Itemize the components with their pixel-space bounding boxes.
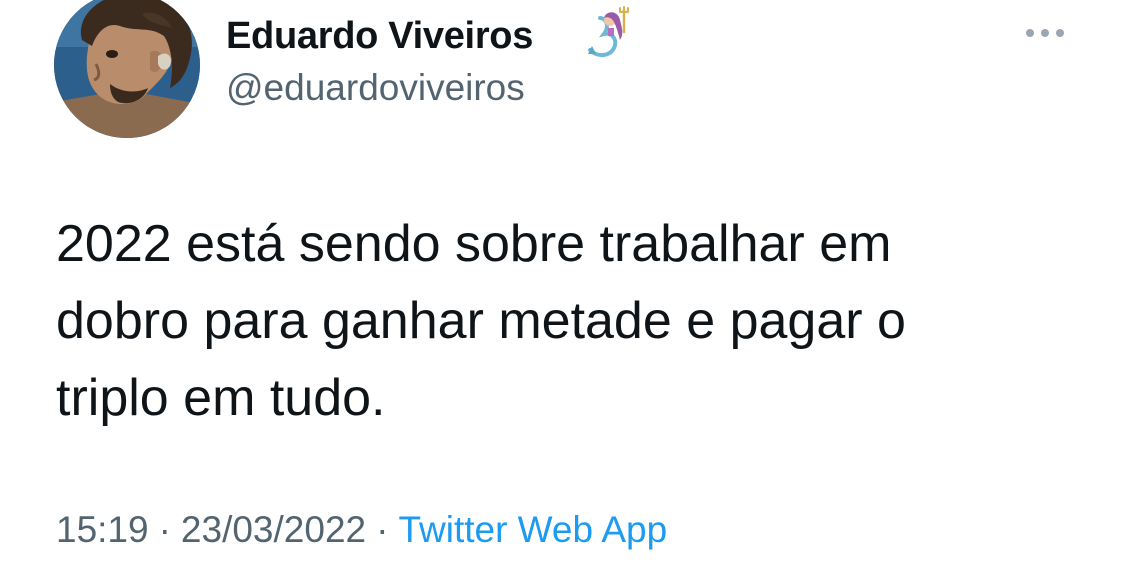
- meta-separator: ·: [158, 509, 171, 550]
- tweet-time[interactable]: 15:19: [56, 509, 149, 550]
- tweet-text: 2022 está sendo sobre trabalhar em dobro…: [56, 206, 1086, 437]
- avatar[interactable]: [54, 0, 200, 138]
- meta-separator: ·: [376, 509, 389, 550]
- display-name[interactable]: Eduardo Viveiros: [226, 13, 533, 59]
- tweet-date[interactable]: 23/03/2022: [181, 509, 366, 550]
- more-dots-icon: [1056, 29, 1064, 37]
- user-handle[interactable]: @eduardoviveiros: [226, 66, 525, 110]
- tweet-card: Eduardo Viveiros @eduardoviveiros 2022 e…: [0, 0, 1125, 573]
- tweet-text-line: dobro para ganhar metade e pagar o: [56, 292, 906, 350]
- tweet-text-line: triplo em tudo.: [56, 369, 386, 427]
- profile-photo-icon: [54, 0, 200, 138]
- merperson-emoji-icon: [580, 6, 636, 62]
- tweet-metadata: 15:19 · 23/03/2022 · Twitter Web App: [56, 503, 667, 557]
- more-dots-icon: [1041, 29, 1049, 37]
- more-options-button[interactable]: [1024, 18, 1072, 48]
- tweet-text-line: 2022 está sendo sobre trabalhar em: [56, 215, 892, 273]
- tweet-source-link[interactable]: Twitter Web App: [398, 509, 667, 550]
- more-dots-icon: [1026, 29, 1034, 37]
